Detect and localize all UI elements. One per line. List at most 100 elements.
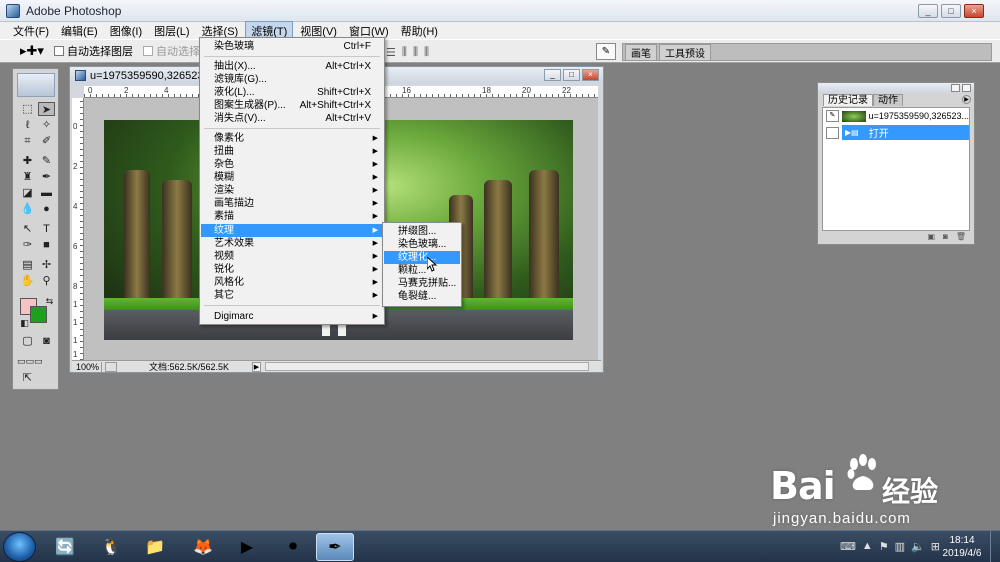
panel-minimize-button[interactable] [951, 84, 960, 92]
history-panel-titlebar[interactable] [818, 83, 974, 93]
network-icon[interactable]: ▥ [895, 540, 905, 553]
magic-wand-tool-icon[interactable]: ✧ [38, 118, 55, 132]
ruler-vertical[interactable]: 0 2 4 6 8 1 1 1 1 [72, 98, 84, 360]
taskbar-app-photoshop-icon[interactable]: ✒ [316, 533, 354, 561]
history-brush-source-box[interactable] [826, 126, 839, 139]
history-brush-source-icon[interactable]: ✎ [826, 110, 839, 122]
pen-tool-icon[interactable]: ✑ [19, 238, 36, 252]
submenu-item-patchwork[interactable]: 拼缀图... [384, 225, 460, 238]
taskbar-app-explorer-icon[interactable]: 📁 [136, 533, 174, 561]
tab-tool-presets[interactable]: 工具预设 [659, 44, 711, 60]
submenu-item-stained-glass[interactable]: 染色玻璃... [384, 238, 460, 251]
swap-colors-icon[interactable]: ⇆ [41, 294, 58, 308]
quick-mask-icon[interactable]: ◙ [38, 334, 55, 348]
distribute-icon[interactable]: ⫼ [424, 46, 429, 59]
submenu-item-grain[interactable]: 颗粒... [384, 264, 460, 277]
submenu-item-texturizer[interactable]: 纹理化... [384, 251, 460, 264]
marquee-tool-icon[interactable]: ⬚ [19, 102, 36, 116]
tab-brushes[interactable]: 画笔 [625, 44, 657, 60]
taskbar-app-video-icon[interactable]: ▶ [228, 533, 266, 561]
menu-item-artistic[interactable]: 艺术效果 ▶ [201, 237, 383, 250]
menu-item-extract[interactable]: 抽出(X)... Alt+Ctrl+X [201, 60, 383, 73]
crop-tool-icon[interactable]: ⌗ [19, 134, 36, 148]
taskbar-app-firefox-icon[interactable]: 🦊 [184, 533, 222, 561]
adobe-feather-icon[interactable] [17, 73, 55, 97]
keyboard-icon[interactable]: ⌨ [840, 540, 856, 553]
screen-mode-icon[interactable]: ▭▭▭ [17, 354, 43, 368]
menu-item-distort[interactable]: 扭曲 ▶ [201, 145, 383, 158]
move-tool-icon[interactable]: ➤ [38, 102, 55, 116]
lasso-tool-icon[interactable]: ℓ [19, 118, 36, 132]
menu-item-digimarc[interactable]: Digimarc ▶ [201, 310, 383, 323]
menu-help[interactable]: 帮助(H) [396, 22, 443, 40]
shape-tool-icon[interactable]: ■ [38, 238, 55, 252]
distribute-icon[interactable]: ⫼ [413, 46, 418, 59]
menu-item-sharpen[interactable]: 锐化 ▶ [201, 263, 383, 276]
menu-item-video[interactable]: 视频 ▶ [201, 250, 383, 263]
menu-item-pixelate[interactable]: 像素化 ▶ [201, 132, 383, 145]
submenu-item-craquelure[interactable]: 龟裂缝... [384, 290, 460, 303]
taskbar-app-360-icon[interactable]: 🔄 [46, 533, 84, 561]
panel-close-button[interactable] [962, 84, 971, 92]
show-desktop-button[interactable] [990, 531, 1000, 562]
horizontal-scrollbar[interactable] [265, 362, 589, 371]
start-button[interactable] [3, 532, 36, 562]
jump-to-imageready-icon[interactable]: ⇱ [19, 371, 36, 385]
document-minimize-button[interactable]: _ [544, 69, 561, 81]
status-menu-arrow-icon[interactable]: ▶ [252, 361, 261, 372]
healing-brush-tool-icon[interactable]: ✚ [19, 154, 36, 168]
flag-icon[interactable]: ⚑ [879, 540, 889, 553]
new-snapshot-icon[interactable]: ◙ [943, 232, 948, 244]
history-snapshot[interactable]: ✎ u=1975359590,326523... [823, 108, 969, 124]
close-button[interactable]: × [964, 4, 984, 18]
volume-icon[interactable]: 🔈 [911, 540, 925, 553]
menu-item-other[interactable]: 其它 ▶ [201, 289, 383, 302]
zoom-button-icon[interactable] [105, 361, 117, 372]
minimize-button[interactable]: _ [918, 4, 938, 18]
gradient-tool-icon[interactable]: ▬ [38, 186, 55, 200]
brush-tool-icon[interactable]: ✎ [38, 154, 55, 168]
menu-item-brush-strokes[interactable]: 画笔描边 ▶ [201, 197, 383, 210]
submenu-item-mosaic-tiles[interactable]: 马赛克拼贴... [384, 277, 460, 290]
menu-item-last-filter[interactable]: 染色玻璃 Ctrl+F [201, 40, 383, 53]
menu-image[interactable]: 图像(I) [105, 22, 147, 40]
system-clock[interactable]: 18:14 2019/4/6 [936, 534, 988, 560]
taskbar-app-qq-icon[interactable]: 🐧 [92, 533, 130, 561]
menu-item-stylize[interactable]: 风格化 ▶ [201, 276, 383, 289]
panel-menu-icon[interactable]: ▶ [962, 95, 971, 104]
distribute-icon[interactable]: ⫼ [402, 46, 407, 59]
move-tool-preset-icon[interactable]: ▸✚▾ [20, 43, 44, 59]
menu-item-render[interactable]: 渲染 ▶ [201, 184, 383, 197]
menu-item-blur[interactable]: 模糊 ▶ [201, 171, 383, 184]
default-colors-icon[interactable]: ◧ [16, 316, 33, 330]
clone-stamp-tool-icon[interactable]: ♜ [19, 170, 36, 184]
slice-tool-icon[interactable]: ✐ [38, 134, 55, 148]
history-brush-tool-icon[interactable]: ✒ [38, 170, 55, 184]
taskbar-app-recorder-icon[interactable]: ⏺ [274, 533, 312, 561]
blur-tool-icon[interactable]: 💧 [19, 202, 36, 216]
standard-mode-icon[interactable]: ▢ [19, 334, 36, 348]
type-tool-icon[interactable]: T [38, 222, 55, 236]
tray-arrow-icon[interactable]: ▲ [862, 540, 873, 553]
auto-select-layer-checkbox[interactable] [53, 46, 64, 56]
palette-well-icon[interactable]: ✎ [596, 43, 616, 60]
delete-state-icon[interactable]: 🗑 [956, 232, 966, 244]
menu-item-vanishing-point[interactable]: 消失点(V)... Alt+Ctrl+V [201, 112, 383, 125]
document-maximize-button[interactable]: □ [563, 69, 580, 81]
align-icon[interactable]: ☰ [386, 46, 396, 59]
tab-history[interactable]: 历史记录 [823, 94, 873, 106]
path-selection-tool-icon[interactable]: ↖ [19, 222, 36, 236]
zoom-tool-icon[interactable]: ⚲ [38, 274, 55, 288]
maximize-button[interactable]: □ [941, 4, 961, 18]
notes-tool-icon[interactable]: ▤ [19, 258, 36, 272]
menu-item-liquify[interactable]: 液化(L)... Shift+Ctrl+X [201, 86, 383, 99]
tab-actions[interactable]: 动作 [873, 94, 903, 106]
dodge-tool-icon[interactable]: ● [38, 202, 55, 216]
history-state[interactable]: ▶▤ 打开 [823, 125, 969, 140]
zoom-level[interactable]: 100% [72, 361, 102, 372]
menu-item-sketch[interactable]: 素描 ▶ [201, 210, 383, 223]
menu-item-pattern-maker[interactable]: 图案生成器(P)... Alt+Shift+Ctrl+X [201, 99, 383, 112]
menu-edit[interactable]: 编辑(E) [56, 22, 103, 40]
document-close-button[interactable]: × [582, 69, 599, 81]
menu-file[interactable]: 文件(F) [8, 22, 54, 40]
